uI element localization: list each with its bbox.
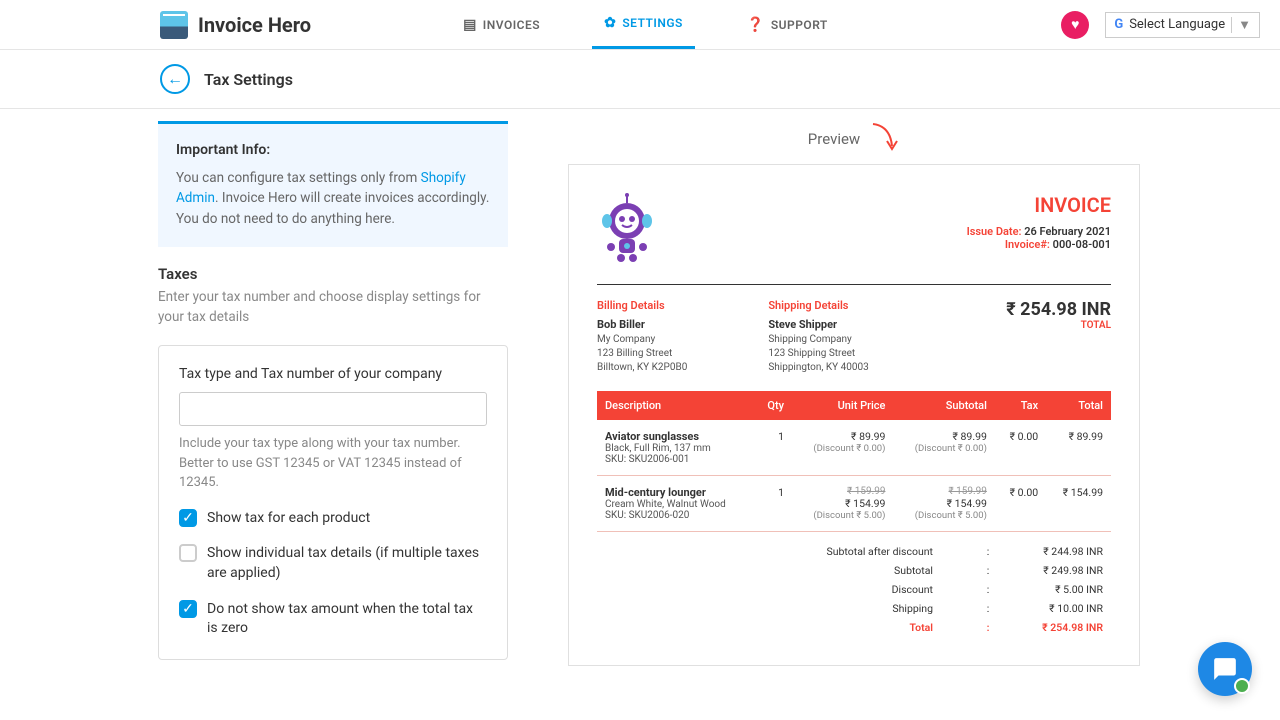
summary-row-total: Total : ₹ 254.98 INR <box>597 618 1111 637</box>
checkbox-show-tax-each[interactable]: ✓ Show tax for each product <box>179 509 487 529</box>
tax-help-text: Include your tax type along with your ta… <box>179 434 487 493</box>
top-bar: Invoice Hero ▤ INVOICES ✿ SETTINGS ❓ SUP… <box>0 0 1280 50</box>
info-text: You can configure tax settings only from… <box>176 168 490 229</box>
preview-label: Preview <box>808 130 860 148</box>
invoice-preview: INVOICE Issue Date: 26 February 2021 Inv… <box>568 164 1140 666</box>
invoice-addresses: Billing Details Bob Biller My Company 12… <box>597 299 1111 375</box>
page-title: Tax Settings <box>204 70 293 89</box>
billing-details: Billing Details Bob Biller My Company 12… <box>597 299 768 375</box>
chat-button[interactable] <box>1198 642 1252 696</box>
shipping-details: Shipping Details Steve Shipper Shipping … <box>768 299 939 375</box>
tax-type-label: Tax type and Tax number of your company <box>179 366 487 382</box>
checkbox-label: Show tax for each product <box>207 509 370 529</box>
col-total: Total <box>1046 391 1111 420</box>
table-row: Mid-century lounger Cream White, Walnut … <box>597 476 1111 532</box>
settings-column: Important Info: You can configure tax se… <box>158 121 508 660</box>
app-logo-icon <box>160 11 188 39</box>
help-icon: ❓ <box>747 17 765 33</box>
arrow-down-curved-icon <box>870 121 900 156</box>
invoice-title-area: INVOICE Issue Date: 26 February 2021 Inv… <box>967 193 1111 251</box>
sub-header: ← Tax Settings <box>0 50 1280 109</box>
logo-area: Invoice Hero <box>160 11 311 39</box>
preview-header: Preview <box>568 121 1140 156</box>
checkbox-individual-tax[interactable]: Show individual tax details (if multiple… <box>179 544 487 583</box>
checkbox-icon <box>179 544 197 562</box>
checkbox-icon: ✓ <box>179 600 197 618</box>
app-name: Invoice Hero <box>198 13 311 37</box>
summary-row: Discount : ₹ 5.00 INR <box>597 580 1111 599</box>
nav-label: SUPPORT <box>771 18 828 32</box>
nav-tab-settings[interactable]: ✿ SETTINGS <box>592 0 695 49</box>
nav-tabs: ▤ INVOICES ✿ SETTINGS ❓ SUPPORT <box>451 0 840 49</box>
tax-number-input[interactable] <box>179 392 487 426</box>
invoice-summary: Subtotal after discount : ₹ 244.98 INR S… <box>597 542 1111 637</box>
table-row: Aviator sunglasses Black, Full Rim, 137 … <box>597 420 1111 476</box>
col-qty: Qty <box>754 391 792 420</box>
invoice-title: INVOICE <box>967 193 1111 217</box>
checkbox-hide-zero-tax[interactable]: ✓ Do not show tax amount when the total … <box>179 600 487 639</box>
nav-label: SETTINGS <box>622 16 683 30</box>
favorite-button[interactable]: ♥ <box>1061 11 1089 39</box>
invoice-icon: ▤ <box>463 17 477 33</box>
checkbox-label: Show individual tax details (if multiple… <box>207 544 487 583</box>
language-label: Select Language <box>1129 17 1225 32</box>
heart-icon: ♥ <box>1071 16 1079 33</box>
checkbox-icon: ✓ <box>179 509 197 527</box>
back-button[interactable]: ← <box>160 64 190 94</box>
language-selector[interactable]: G Select Language ▼ <box>1105 12 1260 38</box>
col-subtotal: Subtotal <box>893 391 994 420</box>
grand-total-area: ₹ 254.98 INR TOTAL <box>940 299 1111 375</box>
summary-row: Shipping : ₹ 10.00 INR <box>597 599 1111 618</box>
arrow-left-icon: ← <box>167 69 183 89</box>
grand-total: ₹ 254.98 INR <box>940 299 1111 320</box>
taxes-heading: Taxes <box>158 265 508 283</box>
info-title: Important Info: <box>176 142 490 158</box>
taxes-sub: Enter your tax number and choose display… <box>158 287 508 328</box>
invoice-issue-date: Issue Date: 26 February 2021 <box>967 225 1111 238</box>
company-logo-icon <box>597 193 657 266</box>
tax-form-card: Tax type and Tax number of your company … <box>158 345 508 659</box>
content-area: Important Info: You can configure tax se… <box>0 109 1280 686</box>
summary-row: Subtotal after discount : ₹ 244.98 INR <box>597 542 1111 561</box>
invoice-number: Invoice#: 000-08-001 <box>967 238 1111 251</box>
topbar-right: ♥ G Select Language ▼ <box>1061 11 1260 39</box>
gear-icon: ✿ <box>604 15 616 31</box>
chevron-down-icon: ▼ <box>1231 17 1251 33</box>
nav-tab-support[interactable]: ❓ SUPPORT <box>735 0 840 49</box>
checkbox-label: Do not show tax amount when the total ta… <box>207 600 487 639</box>
divider <box>597 284 1111 285</box>
col-tax: Tax <box>995 391 1046 420</box>
col-description: Description <box>597 391 754 420</box>
invoice-items-table: Description Qty Unit Price Subtotal Tax … <box>597 391 1111 532</box>
summary-row: Subtotal : ₹ 249.98 INR <box>597 561 1111 580</box>
nav-tab-invoices[interactable]: ▤ INVOICES <box>451 0 552 49</box>
google-icon: G <box>1114 17 1123 32</box>
col-unit-price: Unit Price <box>792 391 893 420</box>
preview-column: Preview <box>568 121 1140 666</box>
chat-icon <box>1212 656 1238 682</box>
nav-label: INVOICES <box>483 18 540 32</box>
info-box: Important Info: You can configure tax se… <box>158 121 508 247</box>
